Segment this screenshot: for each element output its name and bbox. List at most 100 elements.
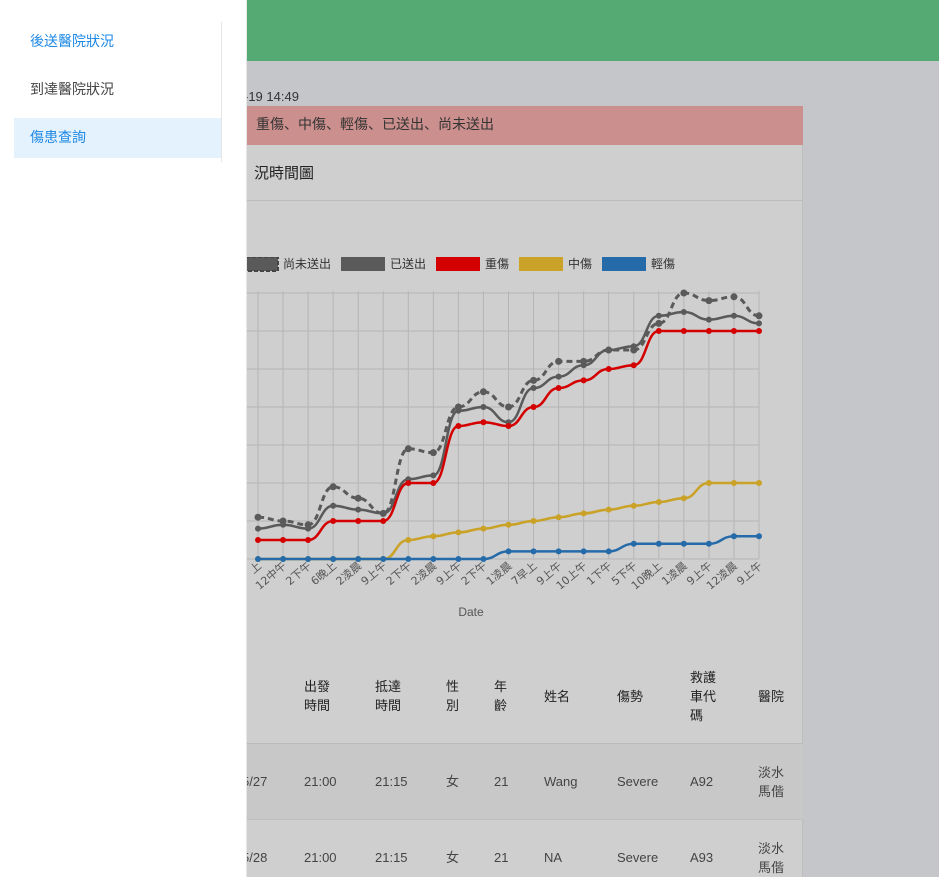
- series-point-4-16: [655, 540, 662, 547]
- patient-table: 出發 時間 抵達 時間性別年齡姓名 傷勢 救護 車代碼醫院 5/27 21:00 21:15 女 2…: [242, 649, 803, 877]
- series-point-4-20: [756, 533, 762, 540]
- series-point-0-6: [404, 445, 412, 453]
- x-tick-label: 9上午: [359, 559, 390, 588]
- series-point-1-0: [255, 525, 261, 532]
- column-header-text: 姓名: [544, 688, 571, 704]
- series-point-3-16: [655, 499, 662, 505]
- legend-label-4: 輕傷: [651, 257, 675, 271]
- x-tick-label: 6晚上: [309, 559, 340, 588]
- column-header-text: 性別: [446, 679, 460, 713]
- series-point-1-1: [280, 521, 287, 528]
- table-cell-age-text: 21: [494, 774, 509, 789]
- table-cell-severity-text: Severe: [617, 774, 659, 789]
- sidebar-item-hospital-arrival[interactable]: 到達醫院狀況: [14, 70, 221, 110]
- table-cell-name-text: Wang: [544, 774, 578, 789]
- series-point-3-20: [756, 480, 762, 486]
- x-tick-label: 1下午: [584, 559, 615, 588]
- table-cell-ambulance: A92: [690, 744, 713, 819]
- x-tick-label: 9上午: [734, 559, 765, 588]
- series-point-2-10: [505, 423, 512, 429]
- table-cell-arrive: 21:15: [375, 820, 408, 877]
- legend-label-2: 重傷: [485, 257, 509, 271]
- series-point-0-9: [479, 388, 487, 396]
- column-header: 抵達 時間: [375, 649, 401, 743]
- series-point-0-18: [705, 297, 713, 305]
- legend-swatch-0: [244, 257, 279, 272]
- series-point-1-17: [680, 309, 687, 315]
- table-cell-age: 21: [494, 744, 508, 819]
- series-point-0-10: [505, 403, 512, 411]
- table-cell-hospital-text: 淡水 馬偕: [758, 840, 785, 875]
- column-header-text: 年齡: [494, 679, 508, 713]
- table-cell-age-text: 21: [494, 850, 509, 865]
- column-header-text: 醫院: [758, 688, 785, 704]
- series-point-2-19: [730, 328, 737, 334]
- table-cell-depart-text: 21:00: [304, 850, 337, 865]
- legend-swatch-2: [436, 257, 480, 271]
- x-axis-label: Date: [458, 605, 484, 619]
- series-point-3-17: [680, 495, 687, 502]
- legend-label-0: 尚未送出: [283, 257, 331, 271]
- series-point-3-13: [580, 510, 587, 517]
- series-point-4-17: [680, 540, 687, 547]
- sidebar-item-patient-search[interactable]: 傷患查詢: [14, 118, 221, 158]
- series-point-2-20: [756, 328, 762, 334]
- x-tick-label: 2凌晨: [333, 559, 364, 588]
- table-cell-age: 21: [494, 820, 508, 877]
- series-point-0-0: [254, 513, 262, 521]
- column-header: 傷勢: [617, 649, 643, 743]
- series-point-2-14: [605, 366, 612, 372]
- table-cell-sex-text: 女: [446, 850, 460, 865]
- series-point-1-16: [655, 312, 662, 319]
- series-point-3-14: [605, 506, 612, 513]
- series-point-3-11: [530, 518, 537, 524]
- table-cell-severity: Severe: [617, 744, 658, 819]
- series-point-3-7: [430, 533, 437, 540]
- series-point-2-3: [330, 518, 337, 524]
- series-point-4-15: [630, 540, 637, 547]
- series-point-0-3: [329, 483, 337, 491]
- x-tick-label: 2下午: [283, 559, 314, 588]
- series-point-3-18: [705, 480, 712, 486]
- sidebar-item-hospital-transfer[interactable]: 後送醫院狀況: [14, 22, 221, 62]
- series-point-2-5: [380, 518, 387, 524]
- casualty-status-panel: 況時間圖 尚未送出 已送出 重傷 中傷 輕傷 上 12中午 2下午 6晚上 2凌晨 9上午 2下午 2…: [242, 145, 803, 877]
- series-point-0-17: [680, 289, 688, 297]
- series-point-2-0: [255, 537, 261, 543]
- series-point-2-1: [280, 537, 287, 543]
- table-cell-arrive-text: 21:15: [375, 850, 408, 865]
- table-cell-severity: Severe: [617, 820, 658, 877]
- column-header: 救護 車代碼: [690, 649, 716, 743]
- series-point-4-19: [730, 533, 737, 540]
- table-row[interactable]: 5/27 21:00 21:15 女 21 Wang Severe A92 淡水 馬偕: [242, 744, 803, 820]
- series-point-1-2: [305, 525, 312, 532]
- table-row[interactable]: 5/28 21:00 21:15 女 21 NA Severe A93 淡水 馬偕: [242, 820, 803, 877]
- x-tick-label: 2下午: [459, 559, 490, 588]
- series-point-1-13: [580, 362, 587, 369]
- series-point-1-3: [330, 502, 337, 509]
- series-point-1-14: [605, 347, 612, 353]
- series-point-3-6: [405, 537, 412, 543]
- table-cell-name: NA: [544, 820, 562, 877]
- series-point-1-19: [730, 312, 737, 319]
- column-header-text: 救護 車代碼: [690, 669, 717, 723]
- table-cell-ambulance-text: A93: [690, 850, 714, 865]
- column-header-text: 抵達 時間: [375, 679, 402, 713]
- table-cell-severity-text: Severe: [617, 850, 659, 865]
- sidebar: 後送醫院狀況 到達醫院狀況 傷患查詢: [0, 0, 246, 877]
- series-point-0-16: [655, 319, 663, 327]
- series-point-4-14: [605, 548, 612, 555]
- series-point-2-16: [655, 328, 662, 334]
- series-point-2-13: [580, 377, 587, 384]
- legend-swatch-1: [341, 257, 385, 271]
- series-point-1-15: [630, 343, 637, 350]
- series-point-2-4: [355, 518, 362, 524]
- series-point-1-5: [380, 510, 387, 517]
- table-cell-name: Wang: [544, 744, 577, 819]
- table-cell-hospital-text: 淡水 馬偕: [758, 764, 785, 799]
- series-point-4-11: [530, 548, 537, 555]
- series-point-1-9: [480, 404, 487, 410]
- x-tick-label: 7早上: [509, 559, 540, 588]
- series-point-2-15: [630, 362, 637, 369]
- series-point-4-10: [505, 548, 512, 555]
